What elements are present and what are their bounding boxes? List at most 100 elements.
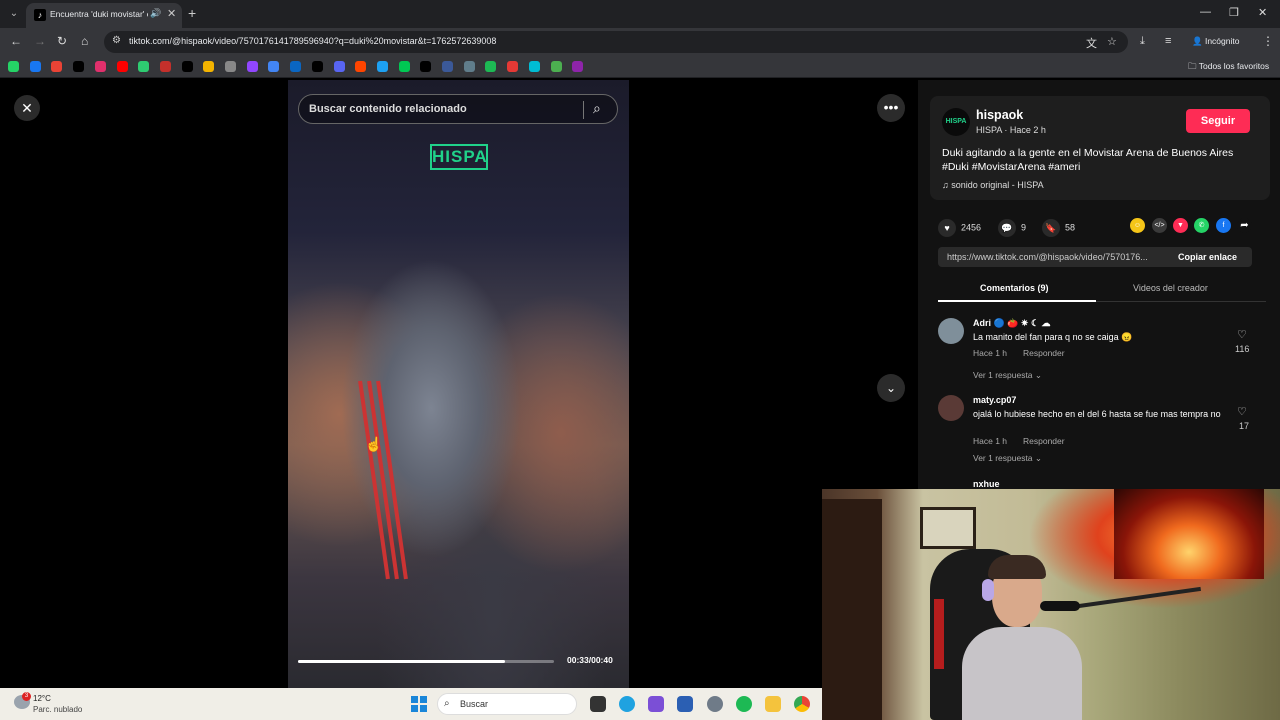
webcam-overlay bbox=[822, 489, 1280, 720]
taskbar-search-label: Buscar bbox=[460, 699, 489, 709]
facebook-icon[interactable]: f bbox=[1216, 218, 1231, 233]
bookmark-icon[interactable] bbox=[8, 61, 19, 72]
bookmark-icon[interactable] bbox=[225, 61, 236, 72]
new-tab-icon[interactable]: + bbox=[188, 5, 196, 21]
video-progress-bar[interactable] bbox=[298, 660, 554, 663]
view-replies-button[interactable]: Ver 1 respuesta ⌄ bbox=[973, 370, 1042, 381]
edge-icon[interactable] bbox=[619, 696, 635, 712]
copy-link-button[interactable]: Copiar enlace bbox=[1178, 252, 1237, 262]
tab-audio-icon[interactable]: 🔊 bbox=[150, 8, 161, 19]
view-replies-button[interactable]: Ver 1 respuesta ⌄ bbox=[973, 453, 1042, 464]
creator-username[interactable]: hispaok bbox=[976, 108, 1023, 122]
reply-button[interactable]: Responder bbox=[1023, 436, 1065, 446]
comment-username[interactable]: maty.cp07 bbox=[973, 395, 1016, 405]
forward-icon[interactable]: → bbox=[34, 34, 46, 48]
minimize-icon[interactable]: — bbox=[1200, 6, 1211, 18]
url-text[interactable]: tiktok.com/@hispaok/video/75701761417895… bbox=[129, 36, 496, 46]
bookmark-icon[interactable] bbox=[51, 61, 63, 72]
bookmark-icon[interactable] bbox=[355, 61, 367, 72]
address-bar[interactable]: ⚙ tiktok.com/@hispaok/video/757017614178… bbox=[104, 31, 1128, 53]
close-video-button[interactable]: ✕ bbox=[14, 95, 40, 121]
bookmark-icon[interactable] bbox=[159, 61, 171, 72]
windows-start-icon[interactable] bbox=[411, 696, 427, 712]
follow-button[interactable]: Seguir bbox=[1186, 109, 1250, 133]
bookmark-icon[interactable] bbox=[246, 61, 258, 72]
reload-icon[interactable]: ↻ bbox=[57, 34, 67, 48]
tab-title: Encuentra 'duki movistar' e bbox=[50, 9, 148, 19]
media-controls-icon[interactable]: ≡ bbox=[1165, 35, 1171, 47]
commenter-avatar[interactable] bbox=[938, 395, 964, 421]
bookmark-icon[interactable] bbox=[94, 61, 106, 72]
bookmark-icon[interactable] bbox=[507, 61, 519, 72]
send-icon[interactable]: ▼ bbox=[1173, 218, 1188, 233]
bookmark-icon[interactable] bbox=[485, 61, 497, 72]
restore-icon[interactable]: ❐ bbox=[1229, 6, 1239, 19]
bookmark-icon[interactable] bbox=[73, 61, 85, 72]
translate-icon[interactable]: 文 bbox=[1086, 35, 1097, 51]
save-stat[interactable]: 🔖 58 bbox=[1042, 219, 1075, 237]
bookmark-icon[interactable] bbox=[311, 61, 323, 72]
bookmark-icon[interactable] bbox=[528, 61, 540, 72]
bookmark-icon[interactable] bbox=[290, 61, 302, 72]
incognito-indicator[interactable]: 👤 Incógnito bbox=[1192, 36, 1239, 47]
bookmark-icon[interactable] bbox=[333, 61, 345, 72]
bookmark-icon[interactable] bbox=[420, 61, 432, 72]
bookmark-icon[interactable] bbox=[138, 61, 150, 72]
chrome-icon[interactable] bbox=[794, 696, 810, 712]
tab-close-icon[interactable]: ✕ bbox=[167, 7, 176, 20]
whatsapp-icon[interactable]: ✆ bbox=[1194, 218, 1209, 233]
browser-tab[interactable]: ♪ Encuentra 'duki movistar' e 🔊 ✕ bbox=[26, 3, 182, 28]
reply-button[interactable]: Responder bbox=[1023, 348, 1065, 358]
bookmark-icon[interactable] bbox=[29, 61, 41, 72]
comment-like-icon[interactable]: ♡ bbox=[1237, 405, 1247, 418]
weather-description[interactable]: Parc. nublado bbox=[33, 705, 82, 714]
taskbar-search-box[interactable]: ⌕ Buscar bbox=[437, 693, 577, 715]
bookmark-icon[interactable] bbox=[268, 61, 280, 72]
window-close-icon[interactable]: ✕ bbox=[1258, 6, 1267, 19]
video-link[interactable]: https://www.tiktok.com/@hispaok/video/75… bbox=[947, 252, 1167, 262]
like-count: 2456 bbox=[961, 222, 982, 233]
download-icon[interactable]: ⤓ bbox=[1140, 35, 1145, 48]
search-icon[interactable]: ⌕ bbox=[593, 100, 601, 117]
comment-like-icon[interactable]: ♡ bbox=[1237, 328, 1247, 341]
next-video-button[interactable]: ⌄ bbox=[877, 374, 905, 402]
tab-search-menu-icon[interactable]: ⌄ bbox=[6, 6, 22, 22]
share-arrow-icon[interactable]: ➦ bbox=[1237, 218, 1252, 233]
comment-user[interactable]: Adri 🔵 🍅 ✷ ☾ ☁ bbox=[973, 318, 1051, 329]
related-search-input[interactable]: Buscar contenido relacionado ⌕ bbox=[298, 94, 618, 124]
commenter-avatar[interactable] bbox=[938, 318, 964, 344]
task-view-icon[interactable] bbox=[590, 696, 606, 712]
share-friends-icon[interactable]: ☺ bbox=[1130, 218, 1145, 233]
spotify-icon[interactable] bbox=[736, 696, 752, 712]
bookmark-icon[interactable] bbox=[550, 61, 562, 72]
bookmark-icon[interactable] bbox=[181, 61, 193, 72]
creator-avatar[interactable]: HISPA bbox=[942, 108, 970, 136]
bookmark-icon[interactable] bbox=[463, 61, 475, 72]
site-info-icon[interactable]: ⚙ bbox=[112, 35, 121, 46]
store-app-icon[interactable] bbox=[648, 696, 664, 712]
video-player[interactable] bbox=[288, 80, 629, 688]
more-options-button[interactable]: ••• bbox=[877, 94, 905, 122]
all-bookmarks-folder[interactable]: 🗀 Todos los favoritos bbox=[1188, 61, 1269, 75]
weather-temperature[interactable]: 12°C bbox=[33, 694, 51, 703]
bookmark-icon[interactable] bbox=[116, 61, 128, 72]
like-stat[interactable]: ♥ 2456 bbox=[938, 219, 981, 237]
bookmark-star-icon[interactable]: ☆ bbox=[1107, 35, 1117, 48]
settings-gear-icon[interactable] bbox=[707, 696, 723, 712]
bookmark-icon[interactable] bbox=[376, 61, 388, 72]
home-icon[interactable]: ⌂ bbox=[81, 34, 88, 48]
bookmark-icon[interactable] bbox=[203, 61, 215, 72]
back-icon[interactable]: ← bbox=[10, 34, 22, 48]
comment-stat[interactable]: 💬 9 bbox=[998, 219, 1026, 237]
tab-creator-videos[interactable]: Videos del creador bbox=[1133, 283, 1208, 293]
tab-comments[interactable]: Comentarios (9) bbox=[980, 283, 1049, 293]
sound-link[interactable]: ♫ sonido original - HISPA bbox=[942, 180, 1044, 190]
comment-username[interactable]: nxhue bbox=[973, 479, 1000, 489]
bookmark-icon[interactable] bbox=[398, 61, 410, 72]
embed-icon[interactable]: </> bbox=[1152, 218, 1167, 233]
microsoft-store-icon[interactable] bbox=[677, 696, 693, 712]
bookmark-icon[interactable] bbox=[442, 61, 453, 72]
bookmark-icon[interactable] bbox=[572, 61, 584, 72]
file-explorer-icon[interactable] bbox=[765, 696, 781, 712]
browser-menu-icon[interactable]: ⋮ bbox=[1262, 34, 1274, 48]
